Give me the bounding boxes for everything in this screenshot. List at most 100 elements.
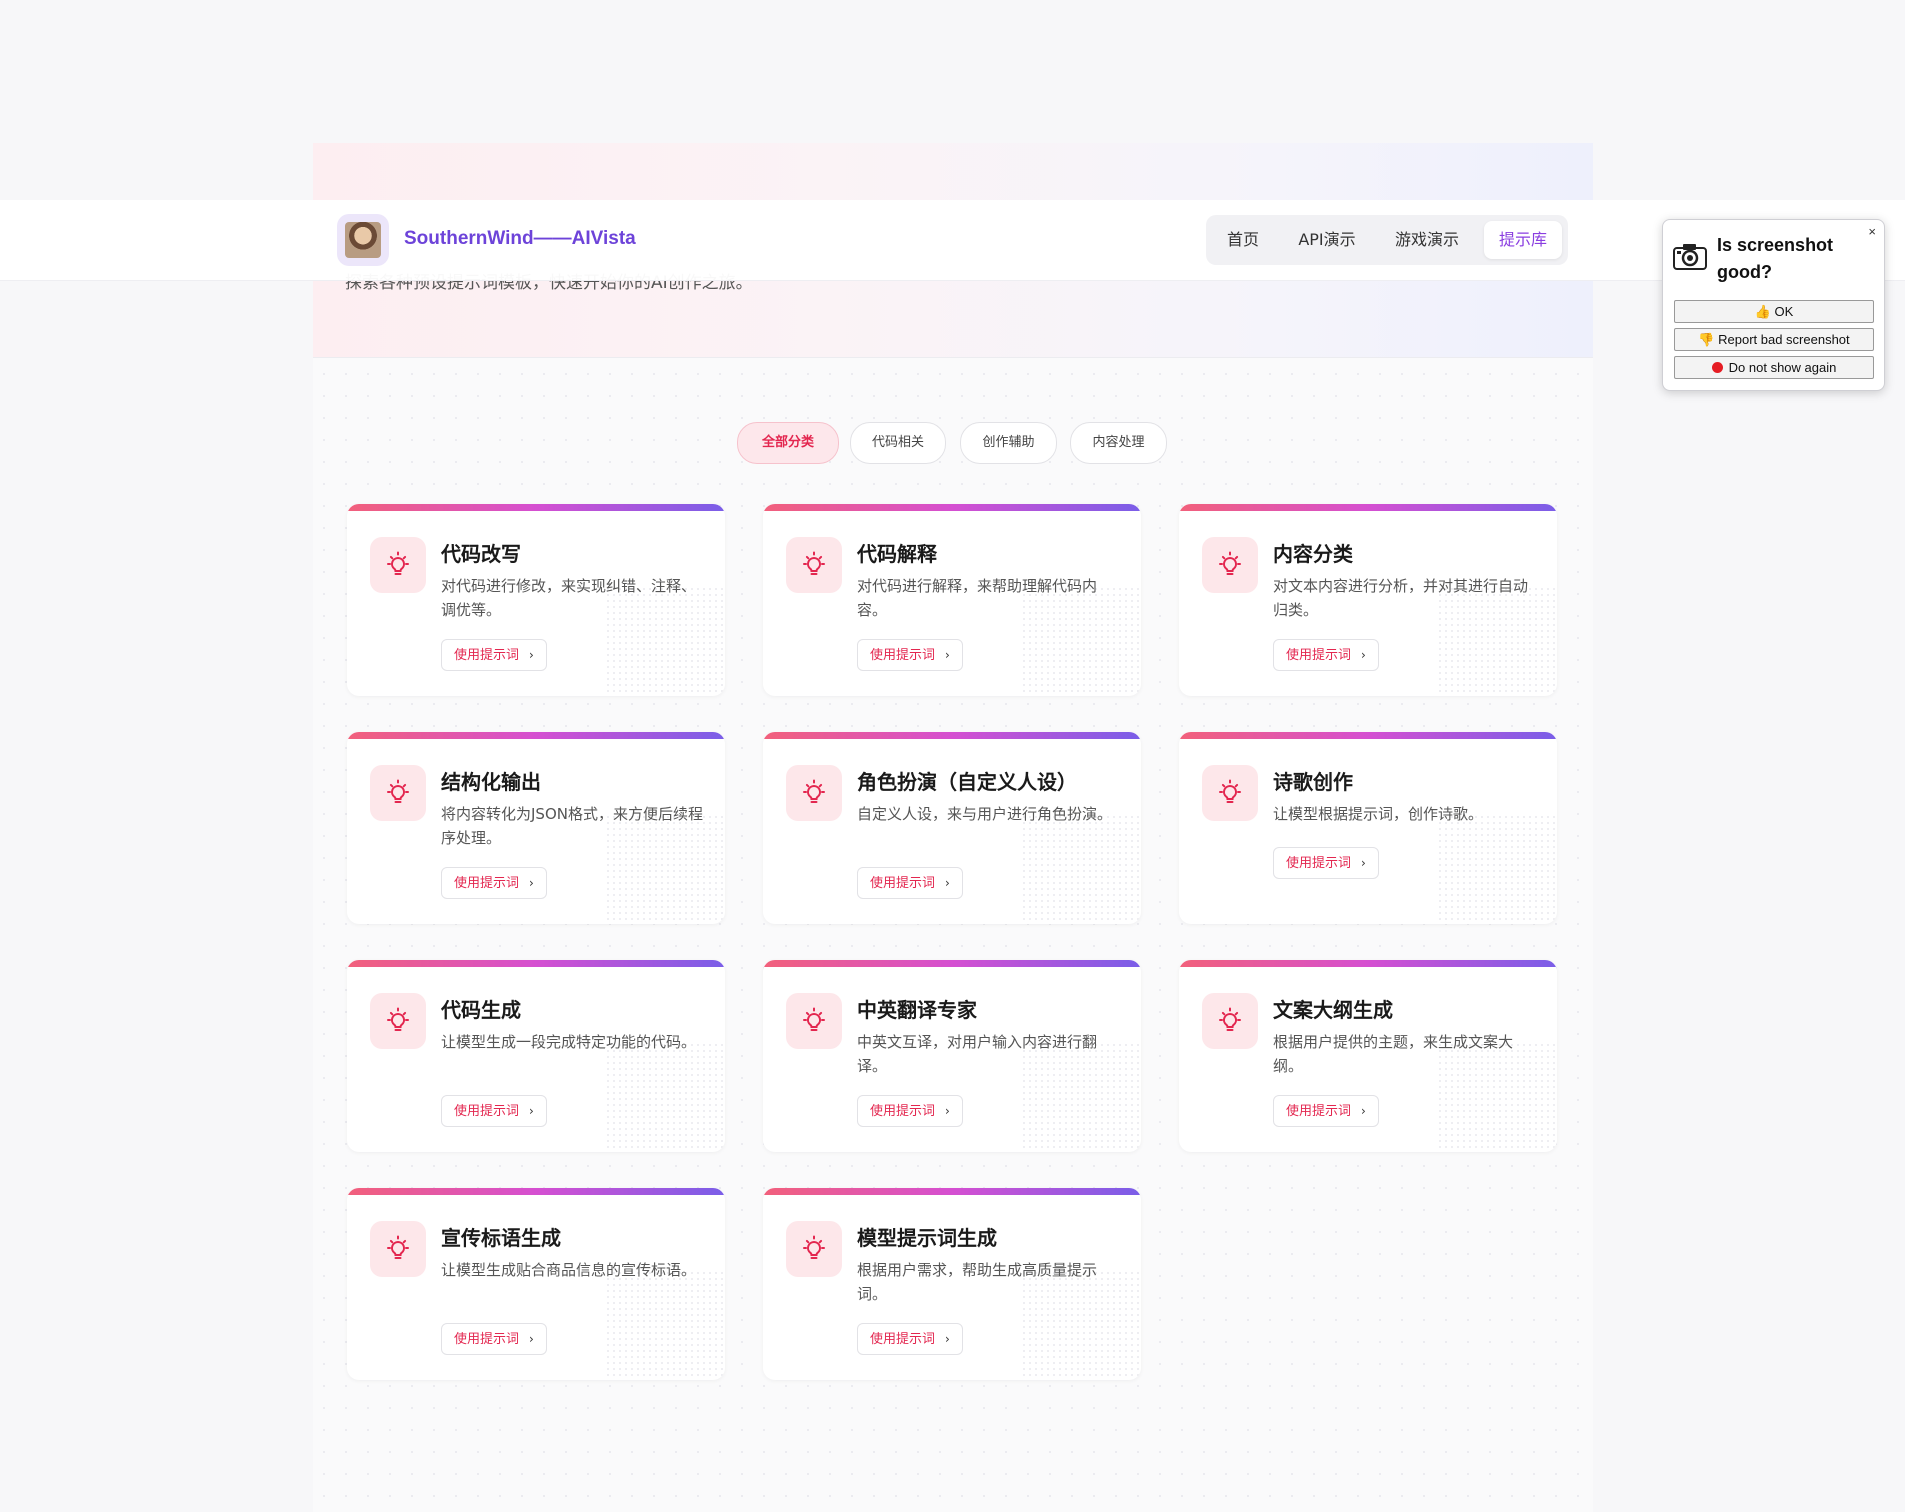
prompt-card[interactable]: 中英翻译专家中英文互译，对用户输入内容进行翻译。使用提示词 › [763,960,1141,1152]
use-prompt-button[interactable]: 使用提示词 › [1273,1095,1379,1127]
do-not-show-again-button[interactable]: Do not show again [1674,356,1874,379]
card-accent-bar [347,504,725,511]
filter-all[interactable]: 全部分类 [737,422,839,464]
nav-item-game-demo[interactable]: 游戏演示 [1384,221,1470,259]
use-prompt-label: 使用提示词 [454,876,520,891]
lightbulb-icon [1202,765,1258,821]
chevron-right-icon: › [945,648,950,662]
use-prompt-button[interactable]: 使用提示词 › [857,867,963,899]
card-title: 代码解释 [857,542,937,566]
ok-button[interactable]: 👍 OK [1674,300,1874,323]
card-title: 模型提示词生成 [857,1226,997,1250]
card-accent-bar [1179,732,1557,739]
screenshot-feedback-popup: × Is screenshot good? 👍 OK 👎 Report bad … [1662,219,1885,391]
card-dot-pattern [605,1042,725,1152]
chevron-right-icon: › [1361,1104,1366,1118]
use-prompt-label: 使用提示词 [870,648,936,663]
close-icon[interactable]: × [1868,224,1876,239]
card-title: 代码生成 [441,998,521,1022]
use-prompt-label: 使用提示词 [870,876,936,891]
prompt-card[interactable]: 内容分类对文本内容进行分析，并对其进行自动归类。使用提示词 › [1179,504,1557,696]
prompt-card[interactable]: 诗歌创作让模型根据提示词，创作诗歌。使用提示词 › [1179,732,1557,924]
chevron-right-icon: › [529,876,534,890]
card-accent-bar [347,960,725,967]
avatar [345,222,381,258]
chevron-right-icon: › [1361,648,1366,662]
chevron-right-icon: › [1361,856,1366,870]
card-title: 诗歌创作 [1273,770,1353,794]
report-bad-screenshot-button[interactable]: 👎 Report bad screenshot [1674,328,1874,351]
filter-creative[interactable]: 创作辅助 [960,422,1057,464]
camera-icon [1673,242,1707,275]
use-prompt-label: 使用提示词 [1286,1104,1352,1119]
card-title: 文案大纲生成 [1273,998,1393,1022]
lightbulb-icon [786,1221,842,1277]
card-accent-bar [763,732,1141,739]
use-prompt-button[interactable]: 使用提示词 › [441,1095,547,1127]
card-accent-bar [763,504,1141,511]
use-prompt-label: 使用提示词 [454,1332,520,1347]
use-prompt-button[interactable]: 使用提示词 › [441,867,547,899]
card-accent-bar [1179,504,1557,511]
card-accent-bar [347,732,725,739]
card-title: 中英翻译专家 [857,998,977,1022]
card-title: 结构化输出 [441,770,541,794]
card-accent-bar [763,1188,1141,1195]
use-prompt-button[interactable]: 使用提示词 › [857,1323,963,1355]
prompt-card[interactable]: 代码改写对代码进行修改，来实现纠错、注释、调优等。使用提示词 › [347,504,725,696]
lightbulb-icon [370,993,426,1049]
card-description: 让模型根据提示词，创作诗歌。 [1273,805,1484,823]
use-prompt-label: 使用提示词 [870,1332,936,1347]
card-dot-pattern [1021,814,1141,924]
chevron-right-icon: › [945,1332,950,1346]
use-prompt-button[interactable]: 使用提示词 › [1273,847,1379,879]
card-description: 让模型生成贴合商品信息的宣传标语。 [441,1261,697,1279]
filter-code[interactable]: 代码相关 [850,422,946,464]
chevron-right-icon: › [529,648,534,662]
use-prompt-button[interactable]: 使用提示词 › [441,1323,547,1355]
prompt-card[interactable]: 结构化输出将内容转化为JSON格式，来方便后续程序处理。使用提示词 › [347,732,725,924]
card-title: 宣传标语生成 [441,1226,561,1250]
chevron-right-icon: › [945,876,950,890]
use-prompt-button[interactable]: 使用提示词 › [1273,639,1379,671]
lightbulb-icon [1202,537,1258,593]
card-description: 根据用户提供的主题，来生成文案大纲。 [1273,1033,1514,1075]
nav-item-home[interactable]: 首页 [1214,221,1272,259]
card-description: 根据用户需求，帮助生成高质量提示词。 [857,1261,1098,1303]
card-accent-bar [763,960,1141,967]
card-title: 代码改写 [441,542,521,566]
card-accent-bar [347,1188,725,1195]
card-description: 对代码进行修改，来实现纠错、注释、调优等。 [441,577,697,619]
prompt-card[interactable]: 代码解释对代码进行解释，来帮助理解代码内容。使用提示词 › [763,504,1141,696]
prompt-card[interactable]: 角色扮演（自定义人设） 自定义人设，来与用户进行角色扮演。使用提示词 › [763,732,1141,924]
brand-name[interactable]: SouthernWind——AIVista [404,228,636,250]
lightbulb-icon [786,993,842,1049]
nav-item-prompt-library[interactable]: 提示库 [1484,221,1562,259]
card-description: 将内容转化为JSON格式，来方便后续程序处理。 [441,805,703,847]
prompt-card[interactable]: 模型提示词生成根据用户需求，帮助生成高质量提示词。使用提示词 › [763,1188,1141,1380]
lightbulb-icon [786,537,842,593]
use-prompt-button[interactable]: 使用提示词 › [857,1095,963,1127]
do-not-show-again-label: Do not show again [1728,360,1837,375]
use-prompt-label: 使用提示词 [1286,648,1352,663]
use-prompt-button[interactable]: 使用提示词 › [441,639,547,671]
chevron-right-icon: › [529,1104,534,1118]
nav-item-api-demo[interactable]: API演示 [1286,221,1368,259]
prompt-card[interactable]: 代码生成 让模型生成一段完成特定功能的代码。 使用提示词 › [347,960,725,1152]
card-dot-pattern [605,1270,725,1380]
card-title: 内容分类 [1273,542,1353,566]
card-description: 对文本内容进行分析，并对其进行自动归类。 [1273,577,1529,619]
card-title: 角色扮演（自定义人设） [857,770,1077,794]
lightbulb-icon [1202,993,1258,1049]
lightbulb-icon [370,1221,426,1277]
use-prompt-button[interactable]: 使用提示词 › [857,639,963,671]
prompt-card[interactable]: 宣传标语生成让模型生成贴合商品信息的宣传标语。使用提示词 › [347,1188,725,1380]
red-dot-icon [1711,362,1723,373]
logo[interactable] [337,214,389,266]
card-description: 中英文互译，对用户输入内容进行翻译。 [857,1033,1098,1075]
filter-content[interactable]: 内容处理 [1070,422,1167,464]
card-description: 自定义人设，来与用户进行角色扮演。 [857,805,1113,823]
card-description: 对代码进行解释，来帮助理解代码内容。 [857,577,1098,619]
chevron-right-icon: › [529,1332,534,1346]
prompt-card[interactable]: 文案大纲生成根据用户提供的主题，来生成文案大纲。使用提示词 › [1179,960,1557,1152]
